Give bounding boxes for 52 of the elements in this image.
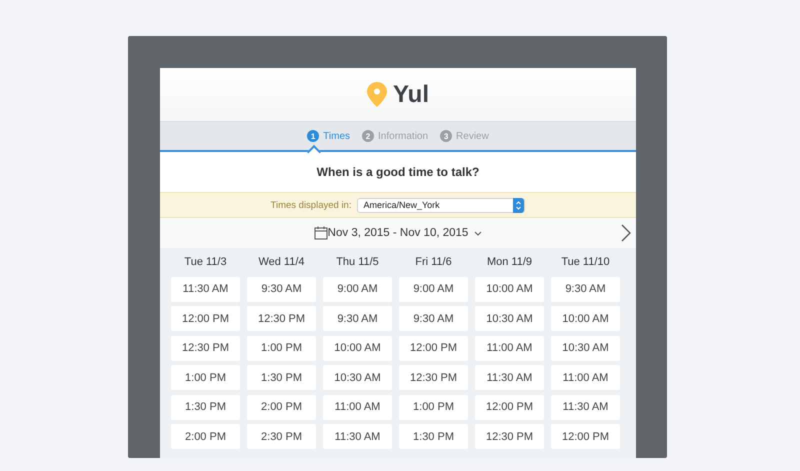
time-slot-button[interactable]: 12:30 PM	[171, 336, 240, 360]
time-slot-button[interactable]: 12:30 PM	[247, 306, 316, 331]
time-slot-button[interactable]: 12:30 PM	[399, 365, 468, 390]
time-slot-button[interactable]: 10:00 AM	[323, 336, 392, 360]
day-heading: Mon 11/9	[486, 256, 534, 270]
time-slot-button[interactable]: 2:00 PM	[171, 424, 240, 449]
time-slot-button[interactable]: 11:30 AM	[171, 276, 240, 302]
time-slot-button[interactable]: 12:00 PM	[171, 306, 240, 331]
day-heading: Fri 11/6	[414, 256, 453, 270]
map-pin-icon	[366, 82, 387, 107]
brand-name: Yul	[392, 80, 429, 108]
next-icon[interactable]	[621, 224, 631, 242]
day-heading: Wed 11/4	[257, 256, 306, 270]
time-slot-button[interactable]: 9:00 AM	[323, 276, 392, 302]
time-slot-button[interactable]: 9:30 AM	[399, 306, 468, 331]
timezone-label: Times displayed in:	[270, 200, 352, 210]
time-slot-button[interactable]: 11:00 AM	[475, 336, 544, 360]
time-slot-button[interactable]: 1:30 PM	[399, 424, 468, 449]
time-slot-button[interactable]: 11:00 AM	[323, 394, 392, 420]
time-slot-button[interactable]: 12:00 PM	[551, 424, 620, 449]
time-slot-button[interactable]: 9:00 AM	[399, 276, 468, 302]
day-heading: Tue 11/3	[183, 256, 228, 270]
time-slot-button[interactable]: 11:30 AM	[551, 394, 620, 420]
time-slot-button[interactable]: 10:30 AM	[475, 306, 544, 331]
chevron-down-icon	[474, 230, 482, 236]
time-slot-button[interactable]: 12:00 PM	[399, 336, 468, 360]
time-slot-button[interactable]: 1:30 PM	[247, 365, 316, 390]
time-slot-button[interactable]: 2:30 PM	[247, 424, 316, 449]
time-slot-button[interactable]: 10:30 AM	[551, 336, 620, 360]
time-slot-button[interactable]: 12:30 PM	[475, 424, 544, 449]
time-slot-button[interactable]: 10:30 AM	[323, 365, 392, 390]
question-heading: When is a good time to talk?	[316, 164, 480, 181]
date-range-dropdown[interactable]: Nov 3, 2015 - Nov 10, 2015	[328, 227, 482, 239]
time-slot-button[interactable]: 12:00 PM	[475, 394, 544, 420]
time-slot-button[interactable]: 9:30 AM	[323, 306, 392, 331]
time-slot-button[interactable]: 1:00 PM	[247, 336, 316, 360]
time-slot-button[interactable]: 10:00 AM	[551, 306, 620, 331]
time-slot-button[interactable]: 2:00 PM	[247, 394, 316, 420]
timezone-select[interactable]: America/New_York	[357, 198, 526, 212]
time-slot-button[interactable]: 1:00 PM	[171, 365, 240, 390]
time-slot-button[interactable]: 10:00 AM	[475, 276, 544, 302]
time-slot-button[interactable]: 1:30 PM	[171, 394, 240, 420]
stepper-arrows-icon	[513, 198, 524, 212]
time-slot-button[interactable]: 11:30 AM	[475, 365, 544, 390]
time-slot-button[interactable]: 11:30 AM	[323, 424, 392, 449]
time-slot-button[interactable]: 9:30 AM	[551, 276, 620, 302]
time-slot-button[interactable]: 11:00 AM	[551, 365, 620, 390]
day-heading: Tue 11/10	[560, 256, 611, 270]
time-slot-button[interactable]: 9:30 AM	[247, 276, 316, 302]
time-slot-button[interactable]: 1:00 PM	[399, 394, 468, 420]
day-heading: Thu 11/5	[335, 256, 380, 270]
calendar-icon	[314, 226, 328, 240]
